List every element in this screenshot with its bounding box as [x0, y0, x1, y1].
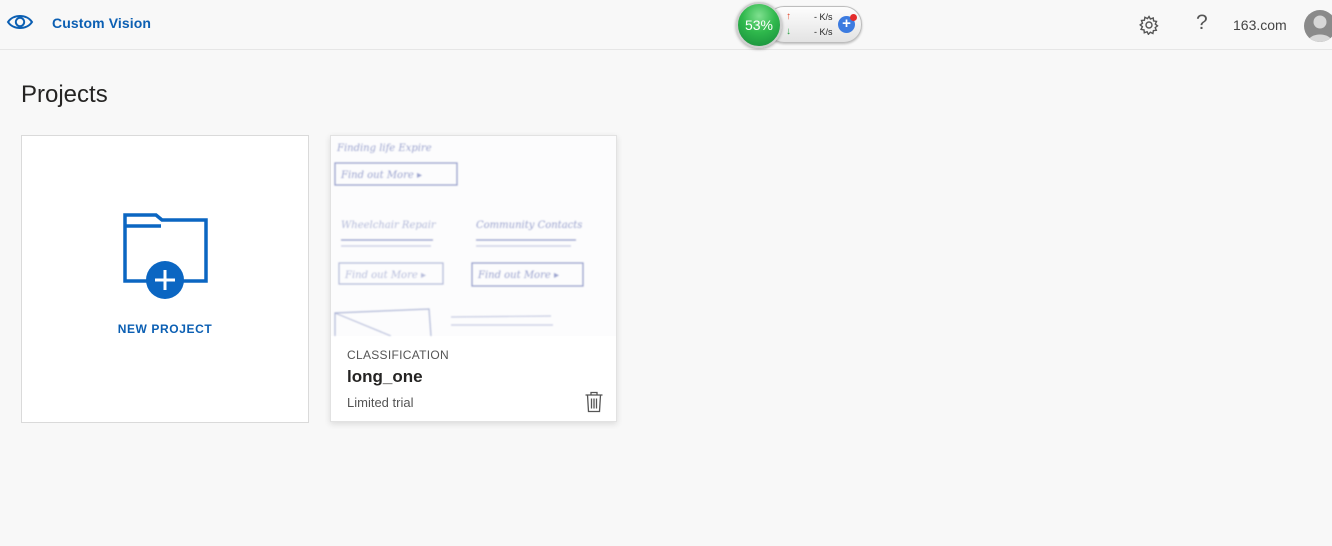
project-status: Limited trial — [347, 395, 414, 410]
project-name: long_one — [347, 367, 423, 386]
page-title: Projects — [21, 81, 108, 108]
new-project-label: NEW PROJECT — [117, 322, 213, 336]
thumb-text: Community Contacts — [476, 220, 582, 231]
project-thumbnail: Finding life Expire Find out More ▸ Whee… — [331, 136, 616, 337]
app-name-link[interactable]: Custom Vision — [52, 15, 151, 31]
top-bar: Custom Vision 53% ↑ - K/s ↓ - K/s + ? 16… — [0, 0, 1332, 50]
usage-percent-ball[interactable]: 53% — [736, 2, 782, 48]
project-card[interactable]: Finding life Expire Find out More ▸ Whee… — [330, 135, 617, 422]
upload-rate: - K/s — [814, 12, 833, 22]
thumb-text: Wheelchair Repair — [341, 220, 437, 231]
eye-icon[interactable] — [6, 10, 34, 34]
gear-icon[interactable] — [1139, 15, 1159, 35]
thumb-text: Find out More ▸ — [344, 270, 426, 281]
account-name[interactable]: 163.com — [1233, 17, 1287, 33]
user-silhouette-icon — [1308, 15, 1332, 42]
new-folder-icon — [123, 213, 208, 299]
new-project-card[interactable]: NEW PROJECT — [21, 135, 309, 423]
project-type: CLASSIFICATION — [347, 348, 449, 362]
thumb-text: Find out More ▸ — [340, 170, 422, 181]
download-arrow-icon: ↓ — [786, 26, 791, 37]
download-rate: - K/s — [814, 27, 833, 37]
network-monitor-widget[interactable]: 53% ↑ - K/s ↓ - K/s + — [736, 2, 864, 48]
sketch-thumbnail-image: Finding life Expire Find out More ▸ Whee… — [334, 143, 584, 337]
avatar[interactable] — [1304, 10, 1332, 42]
trash-icon[interactable] — [584, 391, 604, 413]
upload-arrow-icon: ↑ — [786, 11, 791, 22]
thumb-text: Finding life Expire — [336, 143, 432, 154]
thumb-text: Find out More ▸ — [477, 270, 559, 281]
help-icon[interactable]: ? — [1196, 11, 1208, 35]
notification-dot — [850, 14, 857, 21]
